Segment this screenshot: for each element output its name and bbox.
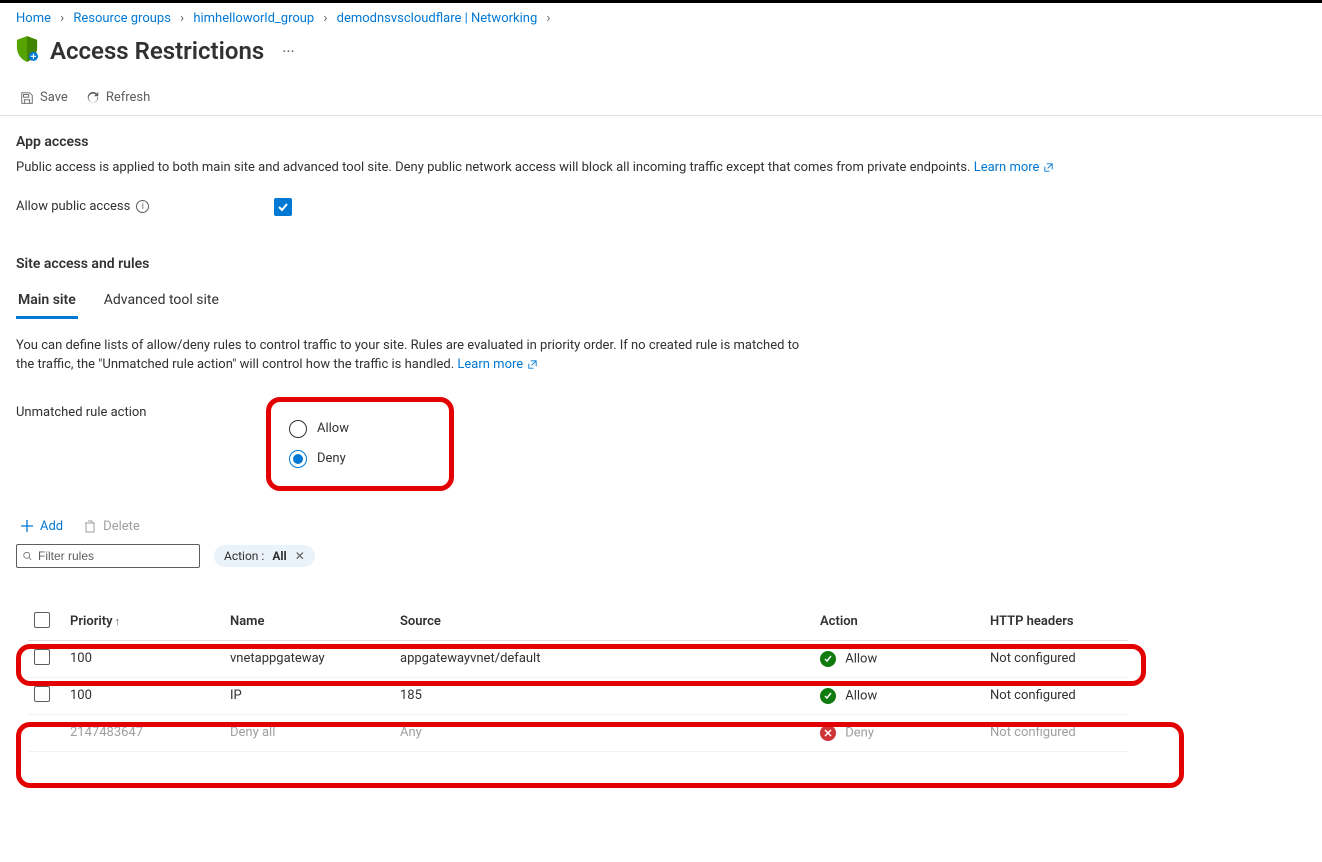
cell-priority: 2147483647 — [64, 714, 224, 751]
radio-icon — [289, 420, 307, 438]
breadcrumb-networking[interactable]: demodnsvscloudflare | Networking — [337, 11, 538, 26]
site-tabs: Main site Advanced tool site — [16, 286, 1306, 320]
unmatched-rule-action-group: Unmatched rule action Allow Deny — [16, 397, 1306, 491]
col-action[interactable]: Action — [814, 604, 984, 641]
col-name[interactable]: Name — [224, 604, 394, 641]
pill-value: All — [272, 549, 286, 563]
cell-http: Not configured — [984, 640, 1128, 677]
row-checkbox[interactable] — [34, 649, 50, 665]
clear-filter-icon[interactable]: ✕ — [295, 549, 305, 563]
deny-icon — [820, 725, 836, 741]
site-access-section: Site access and rules Main site Advanced… — [0, 216, 1322, 792]
unmatched-radio-highlight: Allow Deny — [266, 397, 454, 491]
cell-priority: 100 — [64, 640, 224, 677]
rules-list-commands: Add Delete — [20, 519, 1306, 534]
breadcrumb-group[interactable]: himhelloworld_group — [193, 11, 314, 26]
more-actions-button[interactable]: ··· — [276, 42, 301, 61]
external-link-icon — [527, 359, 538, 370]
chevron-right-icon: › — [180, 11, 184, 26]
radio-deny-label: Deny — [317, 451, 346, 466]
refresh-icon — [86, 91, 100, 105]
allow-public-access-row: Allow public access i — [16, 198, 1306, 216]
tab-main-site[interactable]: Main site — [16, 286, 78, 319]
rules-table-wrap: Priority↑ Name Source Action HTTP header… — [16, 604, 1306, 792]
app-access-heading: App access — [16, 134, 1306, 150]
radio-allow[interactable]: Allow — [289, 414, 349, 444]
col-priority[interactable]: Priority↑ — [64, 604, 224, 641]
sort-up-icon: ↑ — [115, 615, 121, 628]
breadcrumb-resource-groups[interactable]: Resource groups — [73, 11, 171, 26]
col-source[interactable]: Source — [394, 604, 814, 641]
external-link-icon — [1043, 162, 1054, 173]
trash-icon — [83, 519, 97, 533]
breadcrumb-home[interactable]: Home — [16, 11, 51, 26]
table-row[interactable]: 100 vnetappgateway appgatewayvnet/defaul… — [28, 640, 1128, 677]
tab-advanced-tool-site[interactable]: Advanced tool site — [102, 286, 221, 319]
cell-source: Any — [394, 714, 814, 751]
cell-http: Not configured — [984, 677, 1128, 714]
info-icon[interactable]: i — [136, 200, 149, 213]
shield-icon — [16, 36, 38, 66]
table-header-row: Priority↑ Name Source Action HTTP header… — [28, 604, 1128, 641]
search-icon — [23, 550, 32, 562]
col-http-headers[interactable]: HTTP headers — [984, 604, 1128, 641]
refresh-button[interactable]: Refresh — [86, 90, 150, 105]
save-label: Save — [40, 90, 68, 105]
radio-allow-label: Allow — [317, 421, 349, 436]
page-header: Access Restrictions ··· — [0, 32, 1322, 90]
app-access-section: App access Public access is applied to b… — [0, 116, 1322, 216]
header-checkbox[interactable] — [28, 604, 64, 641]
refresh-label: Refresh — [106, 90, 150, 105]
cell-action: Allow — [814, 640, 984, 677]
chevron-right-icon: › — [546, 11, 550, 26]
cell-name: vnetappgateway — [224, 640, 394, 677]
save-button[interactable]: Save — [20, 90, 68, 105]
checkmark-icon — [277, 201, 289, 213]
pill-key: Action : — [224, 549, 264, 563]
filter-row: Action : All ✕ — [16, 544, 1306, 568]
cell-action: Deny — [814, 714, 984, 751]
page-title: Access Restrictions — [50, 37, 264, 65]
radio-deny[interactable]: Deny — [289, 444, 349, 474]
allow-public-access-checkbox[interactable] — [274, 198, 292, 216]
radio-icon — [289, 450, 307, 468]
cell-name: Deny all — [224, 714, 394, 751]
cell-source: 185 — [394, 677, 814, 714]
table-row: 2147483647 Deny all Any Deny Not configu… — [28, 714, 1128, 751]
command-bar: Save Refresh — [0, 90, 1322, 116]
site-rules-description: You can define lists of allow/deny rules… — [16, 336, 816, 375]
cell-name: IP — [224, 677, 394, 714]
breadcrumb: Home › Resource groups › himhelloworld_g… — [0, 3, 1322, 32]
site-access-heading: Site access and rules — [16, 256, 1306, 272]
allow-public-access-label: Allow public access i — [16, 199, 266, 214]
allow-icon — [820, 651, 836, 667]
cell-source: appgatewayvnet/default — [394, 640, 814, 677]
allow-icon — [820, 688, 836, 704]
plus-icon — [20, 519, 34, 533]
cell-http: Not configured — [984, 714, 1128, 751]
add-rule-button[interactable]: Add — [20, 519, 63, 534]
delete-rule-button: Delete — [83, 519, 140, 534]
learn-more-rules-link[interactable]: Learn more — [457, 355, 538, 375]
add-label: Add — [40, 519, 63, 534]
filter-input[interactable] — [38, 549, 193, 563]
cell-action: Allow — [814, 677, 984, 714]
filter-searchbox[interactable] — [16, 544, 200, 568]
action-filter-pill[interactable]: Action : All ✕ — [214, 545, 315, 567]
save-icon — [20, 91, 34, 105]
chevron-right-icon: › — [323, 11, 327, 26]
chevron-right-icon: › — [60, 11, 64, 26]
table-row[interactable]: 100 IP 185 Allow Not configured — [28, 677, 1128, 714]
row-checkbox[interactable] — [34, 686, 50, 702]
cell-priority: 100 — [64, 677, 224, 714]
app-access-description: Public access is applied to both main si… — [16, 158, 1306, 178]
learn-more-link[interactable]: Learn more — [974, 158, 1055, 178]
unmatched-rule-action-label: Unmatched rule action — [16, 397, 266, 420]
delete-label: Delete — [103, 519, 140, 534]
rules-table: Priority↑ Name Source Action HTTP header… — [28, 604, 1128, 752]
